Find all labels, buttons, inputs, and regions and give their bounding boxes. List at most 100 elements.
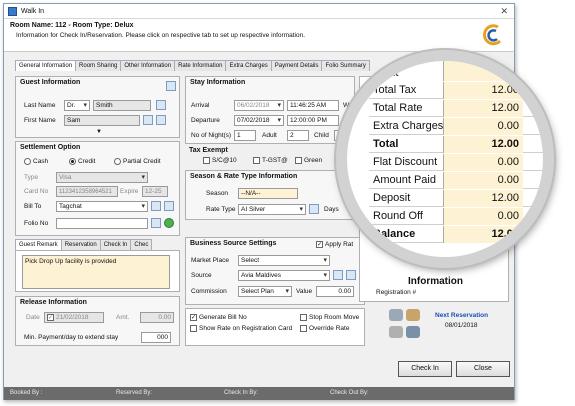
calculator-icon[interactable] — [406, 326, 420, 338]
summary-row-value: 12.00 — [443, 100, 523, 117]
expire-input[interactable]: 12-25 — [142, 186, 168, 197]
title-bar: Walk In ✕ — [4, 4, 514, 19]
arrival-time[interactable]: 11:46:25 AM — [287, 100, 339, 111]
guests-icon[interactable] — [389, 309, 403, 321]
release-date-input[interactable]: ✓ 21/02/2018 — [44, 312, 104, 323]
override-rate-label: Override Rate — [309, 325, 350, 333]
last-name-input[interactable]: Smith — [93, 100, 151, 111]
adult-label: Adult — [262, 132, 277, 139]
summary-row-label: Amount Paid — [373, 174, 436, 186]
first-name-label: First Name — [24, 117, 56, 124]
summary-row-label: Extra Charges — [373, 120, 444, 132]
cash-radio[interactable]: Cash — [24, 158, 48, 165]
search-guest-icon[interactable] — [156, 100, 166, 110]
arrival-date[interactable]: 06/02/2018 — [234, 100, 284, 111]
credit-label: Credit — [78, 158, 96, 166]
summary-row-value: 12.00 — [443, 226, 523, 243]
tab-4[interactable]: Extra Charges — [225, 60, 272, 71]
info-description: Information for Check In/Reservation. Pl… — [16, 32, 306, 39]
bill-to-edit-icon[interactable] — [164, 201, 174, 211]
summary-row-label: Flat Discount — [373, 156, 438, 168]
source-list-icon[interactable] — [333, 270, 343, 280]
close-button[interactable]: Close — [456, 361, 510, 377]
tax-gst-label: T-GST@ — [262, 157, 288, 165]
close-icon[interactable]: ✕ — [500, 6, 508, 17]
source-search-icon[interactable] — [346, 270, 356, 280]
market-select[interactable]: Select — [238, 255, 330, 266]
tab-0[interactable]: General Information — [15, 60, 77, 71]
source-select[interactable]: Avia Maldives — [238, 270, 330, 281]
bill-to-label: Bill To — [24, 203, 42, 210]
summary-row-value: 0.00 — [443, 172, 523, 189]
release-title: Release Information — [20, 299, 87, 306]
credit-radio[interactable]: Credit — [69, 158, 95, 165]
days-label: Days — [324, 206, 339, 213]
remark-text: Pick Drop Up facility is provided — [25, 258, 117, 265]
information-heading: Information — [408, 276, 463, 287]
tax-sc-checkbox[interactable]: S/C@10 — [203, 157, 237, 164]
tab-1[interactable]: Room Sharing — [75, 60, 122, 71]
expand-down-icon[interactable]: ▼ — [96, 129, 102, 135]
min-payment-input[interactable]: 000 — [141, 332, 171, 343]
remark-textarea[interactable]: Pick Drop Up facility is provided — [22, 255, 170, 289]
salutation-select[interactable]: Dr. — [64, 100, 90, 111]
override-rate-checkbox[interactable]: Override Rate — [300, 325, 349, 332]
rate-type-icon[interactable] — [309, 204, 319, 214]
remark-tab-1[interactable]: Reservation — [60, 239, 101, 250]
season-panel: Season & Rate Type Information Season --… — [185, 170, 355, 220]
room-icon[interactable] — [406, 309, 420, 321]
remark-tab-3[interactable]: Chec — [130, 239, 153, 250]
season-input[interactable]: --N/A-- — [238, 188, 298, 199]
contact-card-icon[interactable] — [166, 81, 176, 91]
summary-row: Deposit 12.00 — [369, 190, 543, 207]
departure-date[interactable]: 07/02/2018 — [234, 115, 284, 126]
amount-label: Amt. — [116, 314, 130, 321]
market-label: Market Place — [191, 257, 229, 264]
guest-title: Guest Information — [20, 79, 81, 86]
arrival-label: Arrival — [191, 102, 210, 109]
bill-to-search-icon[interactable] — [151, 201, 161, 211]
app-icon — [8, 6, 17, 16]
first-name-input[interactable]: Sam — [64, 115, 140, 126]
summary-row-value: 0.00 — [443, 154, 523, 171]
commission-select[interactable]: Select Plan — [238, 286, 292, 297]
tax-green-checkbox[interactable]: Green — [295, 157, 322, 164]
stop-room-checkbox[interactable]: Stop Room Move — [300, 314, 359, 321]
settlement-title: Settlement Option — [20, 144, 81, 151]
remark-tabs: Guest Remark Reservation Check In Chec — [15, 239, 153, 250]
generate-bill-checkbox[interactable]: ✓ Generate Bill No — [190, 314, 247, 321]
amount-input[interactable]: 0.00 — [140, 312, 174, 323]
next-reservation-link[interactable]: Next Reservation — [435, 312, 488, 319]
card-icon[interactable] — [389, 326, 403, 338]
booked-by: Booked By : — [10, 390, 43, 396]
value-input[interactable]: 0.00 — [316, 286, 354, 297]
partial-radio[interactable]: Partial Credit — [114, 158, 161, 165]
check-in-button[interactable]: Check In — [398, 361, 452, 377]
remark-tab-0[interactable]: Guest Remark — [15, 239, 62, 250]
season-label: Season — [206, 190, 229, 197]
business-panel: Business Source Settings ✓ Apply Rat Mark… — [185, 237, 365, 305]
folio-list-icon[interactable] — [151, 218, 161, 228]
nights-input[interactable]: 1 — [234, 130, 256, 141]
card-no-input[interactable]: 1123412358964521 — [56, 186, 118, 197]
tax-gst-checkbox[interactable]: T-GST@ — [253, 157, 288, 164]
card-type-select[interactable]: Visa — [56, 172, 148, 183]
summary-row: Round Off 0.00 — [369, 208, 543, 225]
tab-2[interactable]: Other Information — [120, 60, 176, 71]
refresh-icon[interactable] — [164, 218, 174, 228]
summary-row-label: Round Off — [373, 210, 423, 222]
magnifier-top-label: ount — [377, 67, 399, 79]
folio-no-input[interactable] — [56, 218, 148, 229]
tab-5[interactable]: Payment Details — [270, 60, 323, 71]
add-guest-icon[interactable] — [143, 115, 153, 125]
remark-tab-2[interactable]: Check In — [99, 239, 132, 250]
room-info: Room Name: 112 - Room Type: Delux — [10, 22, 134, 29]
nights-label: No of Night(s) — [191, 132, 232, 139]
rate-type-select[interactable]: AI Silver — [238, 204, 306, 215]
bill-to-select[interactable]: Tagchat — [56, 201, 148, 212]
departure-time[interactable]: 12:00:00 PM — [287, 115, 339, 126]
adult-input[interactable]: 2 — [287, 130, 309, 141]
tab-3[interactable]: Rate Information — [174, 60, 227, 71]
show-rate-checkbox[interactable]: Show Rate on Registration Card — [190, 325, 292, 332]
edit-guest-icon[interactable] — [156, 115, 166, 125]
